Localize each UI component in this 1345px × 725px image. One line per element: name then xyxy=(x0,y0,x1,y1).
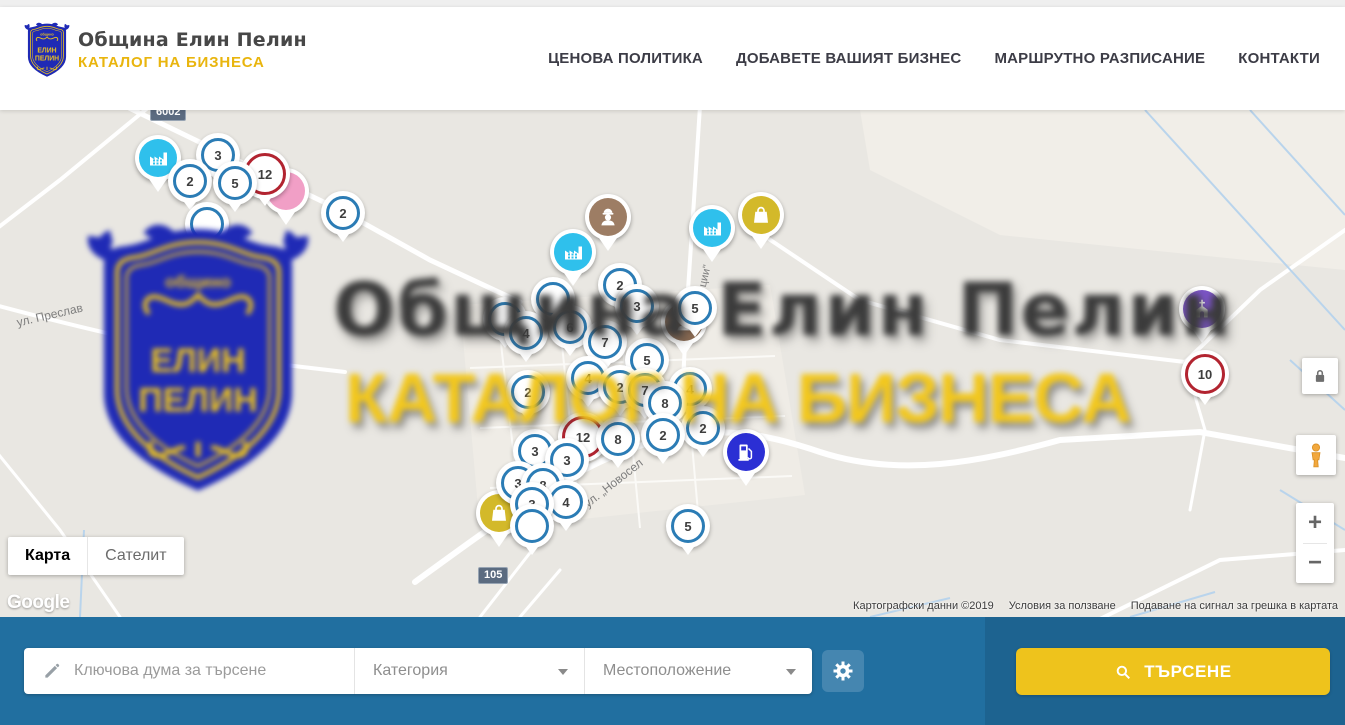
map-type-control: Карта Сателит xyxy=(8,537,184,575)
location-select[interactable]: Местоположение xyxy=(584,648,812,694)
cluster-marker[interactable]: 5 xyxy=(213,161,257,205)
cluster-marker[interactable]: 4 xyxy=(504,311,548,355)
municipality-crest-logo xyxy=(24,21,70,79)
terms-of-use-link[interactable]: Условия за ползване xyxy=(1009,600,1116,612)
category-select-label: Категория xyxy=(373,662,448,680)
cluster-marker[interactable]: 2 xyxy=(321,191,365,235)
nav-contacts[interactable]: КОНТАКТИ xyxy=(1238,50,1320,67)
site-logo[interactable]: Община Елин Пелин КАТАЛОГ НА БИЗНЕСА xyxy=(24,21,307,79)
site-header: Община Елин Пелин КАТАЛОГ НА БИЗНЕСА ЦЕН… xyxy=(0,7,1345,110)
factory-icon xyxy=(146,146,170,170)
lock-control[interactable] xyxy=(1302,358,1338,394)
map-type-map-button[interactable]: Карта xyxy=(8,537,88,575)
factory-pin[interactable] xyxy=(689,205,735,251)
site-subtitle: КАТАЛОГ НА БИЗНЕСА xyxy=(78,54,307,71)
nav-route-schedule[interactable]: МАРШРУТНО РАЗПИСАНИЕ xyxy=(994,50,1205,67)
fuel-pin[interactable] xyxy=(723,429,769,475)
street-view-pegman[interactable] xyxy=(1296,435,1336,475)
road-number-chip: 6002 xyxy=(150,110,186,121)
report-map-error-link[interactable]: Подаване на сигнал за грешка в картата xyxy=(1131,600,1338,612)
map-data-copyright: Картографски данни ©2019 xyxy=(853,600,994,612)
nav-add-your-business[interactable]: ДОБАВЕТЕ ВАШИЯТ БИЗНЕС xyxy=(736,50,961,67)
top-strip xyxy=(0,0,1345,7)
worker-icon xyxy=(596,205,620,229)
google-map[interactable]: 6002105 ул. Преславбул. „Новоселции" 312… xyxy=(0,110,1345,617)
chevron-down-icon xyxy=(558,669,568,675)
cluster-marker[interactable]: 2 xyxy=(681,406,725,450)
cluster-marker[interactable]: 2 xyxy=(506,370,550,414)
zoom-out-button[interactable]: − xyxy=(1296,544,1334,584)
church-pin[interactable] xyxy=(1179,286,1225,332)
cluster-marker[interactable]: 8 xyxy=(596,417,640,461)
gear-icon xyxy=(831,659,855,683)
main-nav: ЦЕНОВА ПОЛИТИКА ДОБАВЕТЕ ВАШИЯТ БИЗНЕС М… xyxy=(548,7,1320,110)
google-logo[interactable]: Google xyxy=(7,592,69,614)
factory-icon xyxy=(561,240,585,264)
cluster-marker[interactable]: 5 xyxy=(673,286,717,330)
zoom-control: + − xyxy=(1296,503,1334,583)
keyword-input[interactable] xyxy=(74,662,304,680)
cluster-marker[interactable]: 3 xyxy=(615,284,659,328)
worker-pin[interactable] xyxy=(585,194,631,240)
pencil-icon xyxy=(42,661,62,681)
location-select-label: Местоположение xyxy=(603,662,731,680)
cluster-marker[interactable]: 2 xyxy=(641,413,685,457)
map-type-satellite-button[interactable]: Сателит xyxy=(88,537,183,575)
cluster-marker[interactable] xyxy=(510,504,554,548)
search-button-label: ТЪРСЕНЕ xyxy=(1144,662,1232,682)
search-field-group: Категория Местоположение xyxy=(24,648,812,694)
church-icon xyxy=(1190,297,1214,321)
factory-pin[interactable] xyxy=(550,229,596,275)
lock-icon xyxy=(1309,365,1331,387)
bag-pin[interactable] xyxy=(738,192,784,238)
search-button[interactable]: ТЪРСЕНЕ xyxy=(1016,648,1330,695)
category-select[interactable]: Категория xyxy=(354,648,584,694)
search-bar: Категория Местоположение ТЪРСЕНЕ xyxy=(0,617,1345,725)
site-title: Община Елин Пелин xyxy=(78,29,307,51)
search-icon xyxy=(1114,663,1132,681)
nav-pricing-policy[interactable]: ЦЕНОВА ПОЛИТИКА xyxy=(548,50,703,67)
fuel-icon xyxy=(734,440,758,464)
bag-icon xyxy=(749,203,773,227)
advanced-settings-button[interactable] xyxy=(822,650,864,692)
road-number-chip: 105 xyxy=(478,567,508,584)
pegman-icon xyxy=(1302,441,1330,469)
cluster-marker[interactable]: 10 xyxy=(1181,350,1229,398)
factory-icon xyxy=(700,216,724,240)
bag-icon xyxy=(487,501,511,525)
cluster-marker[interactable]: 2 xyxy=(168,159,212,203)
cluster-marker[interactable]: 5 xyxy=(666,504,710,548)
keyword-section xyxy=(24,648,354,694)
chevron-down-icon xyxy=(786,669,796,675)
zoom-in-button[interactable]: + xyxy=(1296,503,1334,543)
map-attribution: Картографски данни ©2019 Условия за полз… xyxy=(853,600,1338,612)
cluster-marker[interactable] xyxy=(185,202,229,246)
